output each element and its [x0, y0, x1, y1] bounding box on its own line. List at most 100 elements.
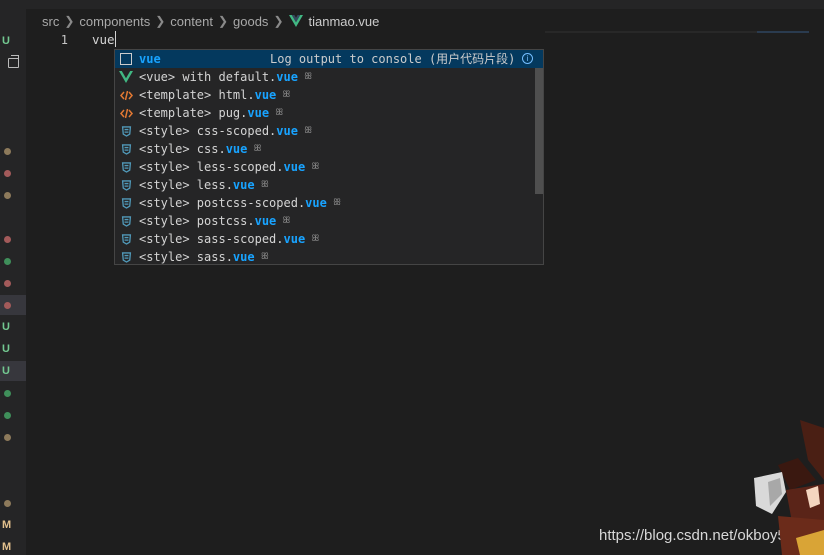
git-status-badge[interactable]: U	[0, 31, 26, 51]
suggestion-prefix: <template> html.	[139, 88, 255, 102]
chevron-right-icon: ❯	[64, 14, 75, 28]
suggestion-prefix: <style> css.	[139, 142, 226, 156]
suggestion-label: <style> css.vue	[139, 142, 247, 156]
git-status-letter: M	[2, 519, 12, 531]
suggestion-label: <style> postcss-scoped.vue	[139, 196, 327, 210]
chevron-right-icon: ❯	[273, 14, 284, 28]
css-icon	[118, 140, 134, 158]
snippet-mark-icon: ꕥ	[282, 90, 291, 100]
html-icon	[118, 104, 134, 122]
copy-icon-item[interactable]	[0, 53, 26, 73]
breadcrumb-item-components[interactable]: components	[79, 14, 150, 29]
status-dot-icon	[4, 147, 11, 155]
suggestion-match: vue	[232, 178, 255, 192]
snippet-mark-icon: ꕥ	[332, 198, 342, 208]
suggestion-match: vue	[283, 160, 306, 174]
css-icon	[118, 212, 134, 230]
snippet-mark-icon: ꕥ	[311, 234, 320, 244]
suggestion-prefix: <template> pug.	[139, 106, 248, 120]
css-icon	[118, 248, 134, 264]
suggestion-match: vue	[276, 124, 298, 138]
git-status-badge[interactable]: M	[0, 537, 26, 555]
git-status-dot[interactable]	[0, 405, 26, 425]
breadcrumb-item-goods[interactable]: goods	[233, 14, 268, 29]
css-icon	[118, 158, 134, 176]
snippet-mark-icon: ꕥ	[311, 162, 320, 172]
suggest-scrollbar[interactable]	[535, 68, 543, 194]
git-status-dot[interactable]	[0, 185, 26, 205]
suggestion-item[interactable]: <style> css-scoped.vue ꕥ	[115, 122, 543, 140]
suggestion-prefix: <style> less-scoped.	[139, 160, 284, 174]
suggestion-prefix: <style> sass.	[139, 250, 233, 264]
suggestion-prefix: <style> postcss-scoped.	[139, 196, 306, 210]
suggestion-item[interactable]: <vue> with default.vue ꕥ	[115, 68, 543, 86]
css-icon	[118, 194, 134, 212]
git-status-dot[interactable]	[0, 493, 26, 513]
info-icon[interactable]: i	[522, 53, 533, 64]
status-dot-icon	[4, 433, 11, 441]
git-status-dot[interactable]	[0, 383, 26, 403]
git-status-letter: U	[2, 343, 10, 355]
git-status-dot[interactable]	[0, 163, 26, 183]
vue-icon	[118, 68, 134, 86]
suggestion-item[interactable]: <template> pug.vue ꕥ	[115, 104, 543, 122]
suggestion-item[interactable]: <style> css.vue ꕥ	[115, 140, 543, 158]
tab-bar	[26, 0, 824, 9]
suggestion-item[interactable]: <style> less-scoped.vue ꕥ	[115, 158, 543, 176]
status-dot-icon	[4, 235, 11, 243]
git-status-letter: U	[2, 321, 10, 333]
suggestion-match: vue	[139, 52, 161, 66]
suggestion-prefix: <vue> with default.	[139, 70, 277, 84]
code-line[interactable]: vue	[92, 31, 116, 49]
css-icon	[118, 230, 134, 248]
suggestion-match: vue	[225, 142, 248, 156]
git-status-dot[interactable]	[0, 141, 26, 161]
git-status-dot[interactable]	[0, 273, 26, 293]
breadcrumb-item-src[interactable]: src	[42, 14, 59, 29]
css-icon	[118, 176, 134, 194]
suggestion-detail: Log output to console (用户代码片段)	[270, 52, 516, 66]
suggest-widget[interactable]: vue Log output to console (用户代码片段) i <vue> …	[114, 49, 544, 265]
current-line-highlight	[545, 31, 757, 33]
text-cursor	[114, 31, 116, 47]
suggestion-item[interactable]: <template> html.vue ꕥ	[115, 86, 543, 104]
snippet-mark-icon: ꕥ	[260, 180, 269, 190]
suggestion-label: <style> sass-scoped.vue	[139, 232, 305, 246]
git-status-dot[interactable]	[0, 229, 26, 249]
git-status-dot[interactable]	[0, 295, 26, 315]
git-status-dot[interactable]	[0, 427, 26, 447]
suggestion-label: <style> css-scoped.vue	[139, 124, 298, 138]
suggestion-item[interactable]: <style> less.vue ꕥ	[115, 176, 543, 194]
breadcrumb-item-content[interactable]: content	[170, 14, 213, 29]
suggestion-item[interactable]: <style> postcss-scoped.vue ꕥ	[115, 194, 543, 212]
status-dot-icon	[4, 191, 11, 199]
suggestion-item[interactable]: <style> sass-scoped.vue ꕥ	[115, 230, 543, 248]
suggestion-label: <template> html.vue	[139, 88, 276, 102]
suggestion-item[interactable]: <style> sass.vue ꕥ	[115, 248, 543, 264]
git-status-dot[interactable]	[0, 251, 26, 271]
git-status-badge[interactable]: U	[0, 339, 26, 359]
code-text[interactable]: vue	[92, 32, 115, 47]
css-icon	[118, 122, 134, 140]
suggestion-match: vue	[305, 196, 327, 210]
anime-mascot-image	[754, 420, 824, 555]
status-dot-icon	[4, 279, 11, 287]
suggestion-match: vue	[283, 232, 306, 246]
git-status-badge[interactable]: U	[0, 317, 26, 337]
git-status-badge[interactable]: U	[0, 361, 26, 381]
status-dot-icon	[4, 389, 11, 397]
git-status-badge[interactable]: M	[0, 515, 26, 535]
suggestion-item[interactable]: <style> postcss.vue ꕥ	[115, 212, 543, 230]
suggestion-label: vue	[139, 52, 161, 66]
breadcrumb-file[interactable]: tianmao.vue	[309, 14, 380, 29]
suggestion-prefix: <style> less.	[139, 178, 233, 192]
status-dot-icon	[4, 169, 11, 177]
minimap-slider[interactable]	[757, 31, 809, 33]
suggestion-label: <style> less.vue	[139, 178, 255, 192]
snippet-mark-icon: ꕥ	[282, 216, 291, 226]
html-icon	[118, 86, 134, 104]
suggestion-match: vue	[276, 70, 298, 84]
activity-gutter: UUUUMM	[0, 0, 26, 555]
vue-file-icon	[288, 15, 303, 27]
suggestion-item[interactable]: vue Log output to console (用户代码片段) i	[115, 50, 543, 68]
